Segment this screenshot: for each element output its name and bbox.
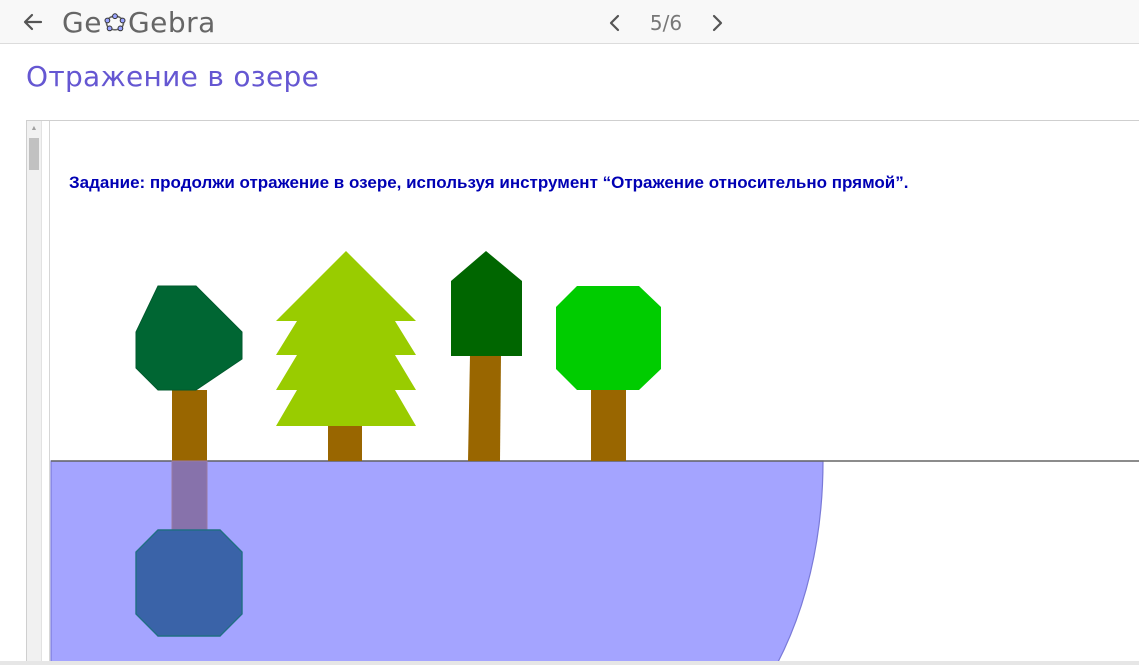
round-tree[interactable] [135,285,243,461]
tree-1-crown[interactable] [135,285,243,391]
scroll-up-arrow-icon[interactable]: ▲ [27,121,41,136]
applet-gutter [42,121,50,665]
tree-1-trunk[interactable] [172,390,207,461]
reflected-trunk[interactable] [171,460,208,531]
scrollbar-thumb[interactable] [29,138,39,170]
logo-text-left: Ge [62,5,102,39]
tree-4-trunk[interactable] [591,390,626,461]
previous-page-button[interactable] [600,8,630,38]
geogebra-applet[interactable]: ▲ Задание: продолжи отражение в озере, и… [26,120,1139,665]
logo-text-right: Gebra [127,5,216,39]
vertical-scrollbar[interactable]: ▲ [27,121,42,665]
back-button[interactable] [18,8,48,36]
tree-4-crown[interactable] [556,286,661,390]
chevron-right-icon [712,14,723,32]
top-bar: Ge Gebra 5/6 [0,0,1139,44]
page-navigator: 5/6 [600,8,732,38]
reflected-crown[interactable] [135,529,243,637]
arrow-left-icon [23,13,43,31]
tree-2-trunk[interactable] [328,425,362,461]
graphics-view[interactable]: Задание: продолжи отражение в озере, исп… [50,121,1139,665]
geogebra-logo[interactable]: Ge Gebra [62,5,216,39]
drawing-canvas [50,251,1139,665]
next-page-button[interactable] [702,8,732,38]
tree-3-crown[interactable] [451,251,522,356]
pointed-tree[interactable] [451,251,522,461]
fir-tree[interactable] [276,251,416,461]
tree-3-trunk[interactable] [468,355,501,461]
page-indicator: 5/6 [649,11,683,35]
tree-2-crown[interactable] [276,251,416,426]
chevron-left-icon [609,14,620,32]
page-title: Отражение в озере [26,60,320,93]
geogebra-logo-icon [104,13,126,32]
bottom-edge [0,661,1139,665]
light-green-tree[interactable] [556,286,661,461]
